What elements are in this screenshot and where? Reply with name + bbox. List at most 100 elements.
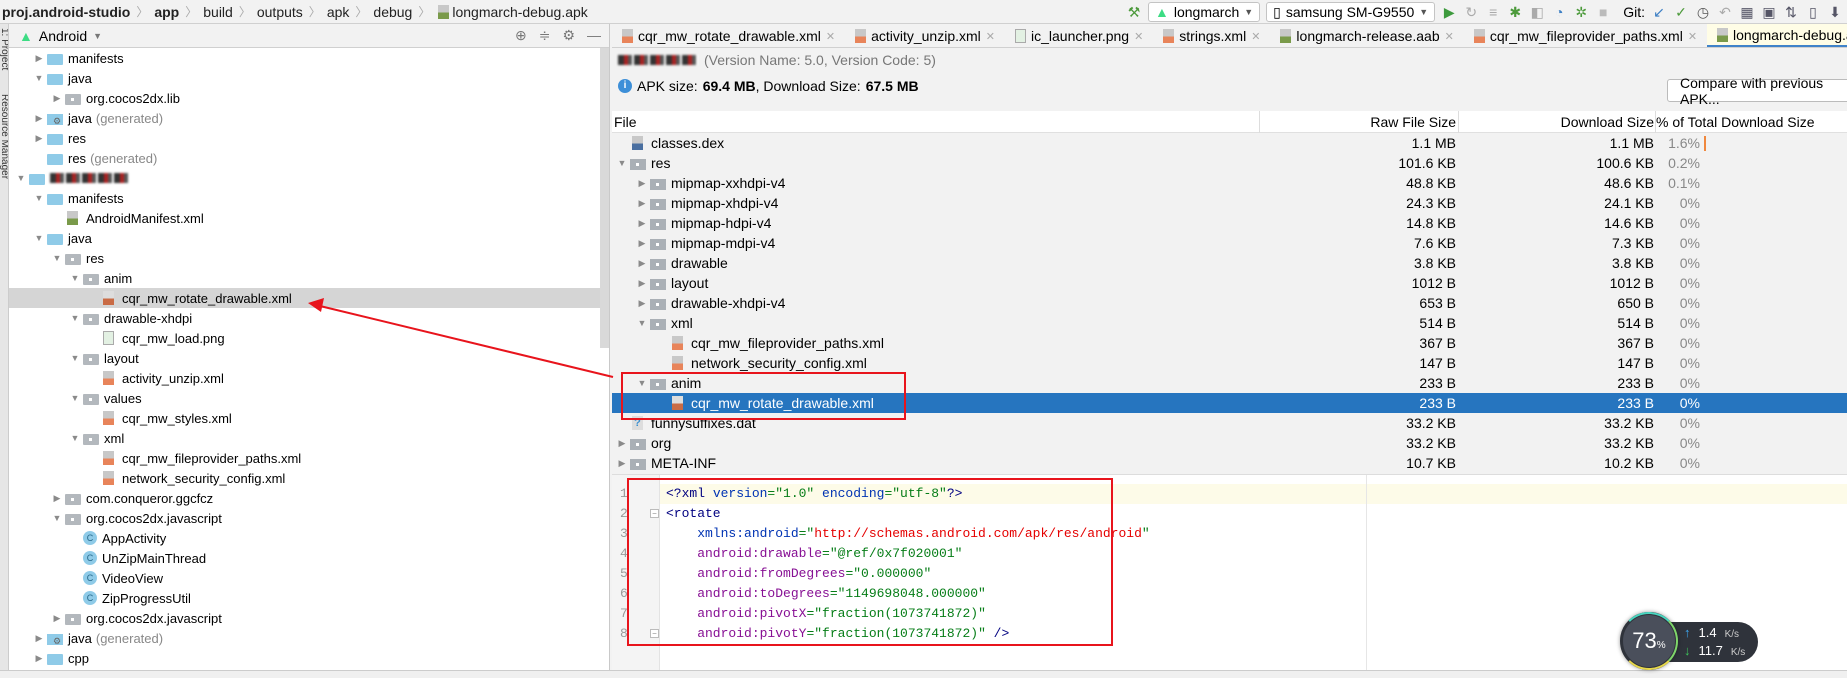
column-percent[interactable]: % of Total Download Size: [1656, 114, 1815, 130]
resource-manager-tool-button[interactable]: Resource Manager: [0, 94, 8, 179]
column-file[interactable]: File: [614, 114, 637, 130]
table-row[interactable]: ▶ layout 1012 B 1012 B 0%: [612, 273, 1847, 293]
chevron-right-icon[interactable]: ▶: [614, 438, 630, 449]
locate-file-icon[interactable]: ⊕: [515, 27, 527, 44]
collapse-all-icon[interactable]: ≑: [539, 27, 551, 44]
chevron-down-icon[interactable]: ▼: [634, 318, 650, 328]
breadcrumb-item[interactable]: longmarch-debug.apk: [436, 4, 588, 20]
chevron-right-icon[interactable]: ▶: [49, 493, 65, 504]
run-config-dropdown[interactable]: ▲ longmarch ▼: [1148, 2, 1261, 22]
breadcrumb-item[interactable]: apk: [327, 4, 350, 20]
tree-item[interactable]: res (generated): [9, 148, 601, 168]
layout-inspector-icon[interactable]: ▣: [1761, 4, 1777, 20]
chevron-right-icon[interactable]: ▶: [31, 113, 47, 124]
tree-item[interactable]: C UnZipMainThread: [9, 548, 601, 568]
chevron-down-icon[interactable]: ▼: [31, 233, 47, 243]
tree-item[interactable]: ▼ java: [9, 68, 601, 88]
chevron-right-icon[interactable]: ▶: [634, 178, 650, 189]
chevron-right-icon[interactable]: ▶: [49, 93, 65, 104]
tree-item[interactable]: AndroidManifest.xml: [9, 208, 601, 228]
attach-debugger-icon[interactable]: ◧: [1529, 4, 1545, 20]
chevron-right-icon[interactable]: ▶: [634, 298, 650, 309]
chevron-right-icon[interactable]: ▶: [614, 458, 630, 469]
tree-item[interactable]: C ZipProgressUtil: [9, 588, 601, 608]
tree-item[interactable]: ▼ anim: [9, 268, 601, 288]
tree-item[interactable]: ▶ java(generated): [9, 108, 601, 128]
debug-icon[interactable]: ✱: [1507, 4, 1523, 20]
tree-item[interactable]: ▼ values: [9, 388, 601, 408]
device-dropdown[interactable]: ▯ samsung SM-G9550 ▼: [1266, 2, 1436, 22]
sdk-manager-icon[interactable]: ⬇: [1827, 4, 1843, 20]
tree-item[interactable]: ▶ manifests: [9, 48, 601, 68]
avd-manager-icon[interactable]: ▯: [1805, 4, 1821, 20]
chevron-down-icon[interactable]: ▼: [93, 31, 102, 41]
table-row[interactable]: ▶ org 33.2 KB 33.2 KB 0%: [612, 433, 1847, 453]
table-row[interactable]: classes.dex 1.1 MB 1.1 MB 1.6%: [612, 133, 1847, 153]
table-row[interactable]: ▼ res 101.6 KB 100.6 KB 0.2%: [612, 153, 1847, 173]
table-row[interactable]: ▶ mipmap-mdpi-v4 7.6 KB 7.3 KB 0%: [612, 233, 1847, 253]
apply-code-changes-icon[interactable]: ≡: [1485, 4, 1501, 20]
gradle-sync-icon[interactable]: ⇅: [1783, 4, 1799, 20]
tree-item[interactable]: C VideoView: [9, 568, 601, 588]
apply-changes-icon[interactable]: ↻: [1463, 4, 1479, 20]
tab-strings-xml[interactable]: strings.xml ✕: [1153, 24, 1270, 47]
chevron-right-icon[interactable]: ▶: [31, 53, 47, 64]
chevron-right-icon[interactable]: ▶: [31, 653, 47, 664]
chevron-down-icon[interactable]: ▼: [67, 433, 83, 443]
table-row[interactable]: network_security_config.xml 147 B 147 B 0%: [612, 353, 1847, 373]
run-icon[interactable]: ▶: [1441, 4, 1457, 20]
table-row[interactable]: ▶ drawable-xhdpi-v4 653 B 650 B 0%: [612, 293, 1847, 313]
close-icon[interactable]: ✕: [1134, 30, 1143, 43]
close-icon[interactable]: ✕: [986, 30, 995, 43]
project-structure-icon[interactable]: ▦: [1739, 4, 1755, 20]
tree-item[interactable]: ▼ res: [9, 248, 601, 268]
gear-icon[interactable]: ⚙: [562, 27, 575, 44]
chevron-down-icon[interactable]: ▼: [31, 193, 47, 203]
tree-item[interactable]: ▶ com.conqueror.ggcfcz: [9, 488, 601, 508]
git-commit-icon[interactable]: ✓: [1673, 4, 1689, 20]
tab-cqr-mw-fileprovider-paths-xml[interactable]: cqr_mw_fileprovider_paths.xml ✕: [1464, 24, 1707, 47]
tree-item[interactable]: cqr_mw_styles.xml: [9, 408, 601, 428]
tree-item[interactable]: cqr_mw_fileprovider_paths.xml: [9, 448, 601, 468]
stop-icon[interactable]: ■: [1595, 4, 1611, 20]
tab-longmarch-release-aab[interactable]: longmarch-release.aab ✕: [1270, 24, 1463, 47]
chevron-down-icon[interactable]: ▼: [67, 393, 83, 403]
tree-item[interactable]: ▶ org.cocos2dx.lib: [9, 88, 601, 108]
tree-item[interactable]: C AppActivity: [9, 528, 601, 548]
table-row[interactable]: ▶ drawable 3.8 KB 3.8 KB 0%: [612, 253, 1847, 273]
tab-cqr-mw-rotate-drawable-xml[interactable]: cqr_mw_rotate_drawable.xml ✕: [612, 24, 845, 47]
tree-item[interactable]: cqr_mw_rotate_drawable.xml: [9, 288, 601, 308]
table-row[interactable]: cqr_mw_fileprovider_paths.xml 367 B 367 B 0…: [612, 333, 1847, 353]
tree-item[interactable]: ▶ res: [9, 128, 601, 148]
chevron-right-icon[interactable]: ▶: [634, 258, 650, 269]
close-icon[interactable]: ✕: [1688, 30, 1697, 43]
hide-icon[interactable]: —: [587, 27, 601, 44]
project-tool-button[interactable]: 1: Project: [0, 28, 8, 70]
tree-item[interactable]: ▼ xml: [9, 428, 601, 448]
tree-item[interactable]: ▶ cpp: [9, 648, 601, 668]
memory-gauge[interactable]: 73%: [1620, 612, 1678, 670]
chevron-right-icon[interactable]: ▶: [49, 613, 65, 624]
breadcrumb-item[interactable]: outputs: [257, 4, 303, 20]
tab-longmarch-debug-apk[interactable]: longmarch-debug.apk✕: [1707, 24, 1847, 47]
build-hammer-icon[interactable]: ⚒: [1126, 4, 1142, 20]
chevron-right-icon[interactable]: ▶: [634, 278, 650, 289]
tree-item[interactable]: ▶ org.cocos2dx.javascript: [9, 608, 601, 628]
chevron-down-icon[interactable]: ▼: [49, 513, 65, 523]
debug-attach-icon[interactable]: ✲: [1573, 4, 1589, 20]
git-history-icon[interactable]: ◷: [1695, 4, 1711, 20]
column-download-size[interactable]: Download Size: [1561, 114, 1654, 130]
chevron-right-icon[interactable]: ▶: [634, 218, 650, 229]
tree-item[interactable]: activity_unzip.xml: [9, 368, 601, 388]
chevron-right-icon[interactable]: ▶: [31, 133, 47, 144]
breadcrumb-item[interactable]: build: [203, 4, 233, 20]
view-mode-dropdown[interactable]: Android: [39, 28, 87, 44]
table-row[interactable]: ▶ mipmap-hdpi-v4 14.8 KB 14.6 KB 0%: [612, 213, 1847, 233]
chevron-right-icon[interactable]: ▶: [31, 633, 47, 644]
project-tree-scrollbar[interactable]: [600, 48, 609, 348]
close-icon[interactable]: ✕: [1445, 30, 1454, 43]
close-icon[interactable]: ✕: [1251, 30, 1260, 43]
chevron-right-icon[interactable]: ▶: [634, 198, 650, 209]
breadcrumb-item[interactable]: proj.android-studio: [2, 4, 130, 20]
tree-item[interactable]: ▼: [9, 168, 601, 188]
